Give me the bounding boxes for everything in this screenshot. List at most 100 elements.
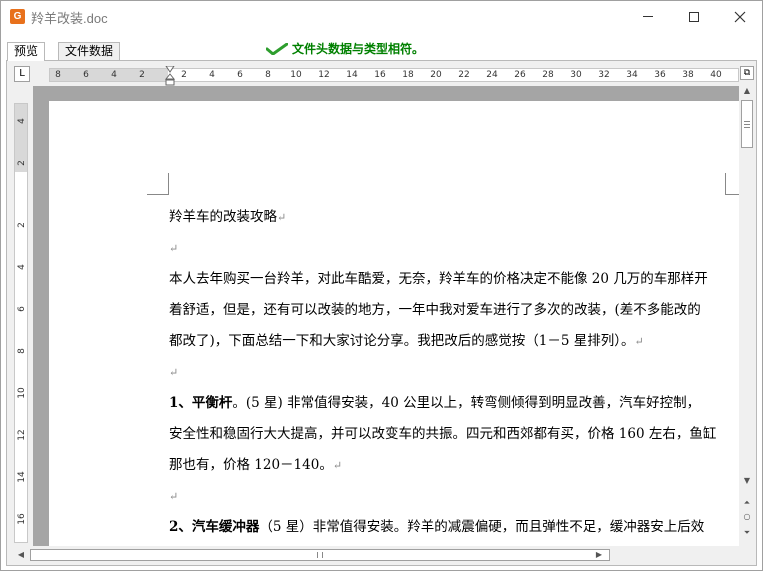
ruler-tick-label: 20 [430,70,442,80]
document-viewport[interactable]: 羚羊车的改装攻略↵ ↵ 本人去年购买一台羚羊，对此车酷爱，无奈，羚羊车的价格决定不能… [33,86,739,546]
document-paragraph: 2、汽车缓冲器（5 星）非常值得安装。羚羊的减震偏硬，而且弹性不足，缓冲器安上后… [169,512,729,543]
bold-heading-text: 2、汽车缓冲器 [169,519,260,535]
ruler-tick-label: 22 [458,70,470,80]
paragraph-mark-icon: ↵ [634,335,644,348]
ruler-tick-label: 28 [542,70,554,80]
paragraph-text: 。(5 星) 非常值得安装，40 公里以上，转弯侧倾得到明显改善，汽车好控制， [232,395,701,411]
document-paragraph: 那也有，价格 120－140。↵ [169,450,729,481]
ruler-tick-label: 8 [55,70,61,80]
ruler-tick-label: 40 [710,70,722,80]
document-paragraph: ↵ [169,233,729,264]
ruler-tick-label: 10 [17,387,27,399]
paragraph-mark-icon: ↵ [332,459,343,472]
next-page-icon[interactable]: ⏷ [740,526,754,540]
document-paragraph: ↵ [169,357,729,388]
ruler-tick-label: 18 [402,70,414,80]
ruler-tick-label: 14 [17,471,27,483]
maximize-button[interactable] [671,1,717,32]
document-page: 羚羊车的改装攻略↵ ↵ 本人去年购买一台羚羊，对此车酷爱，无奈，羚羊车的价格决定不能… [49,101,739,546]
paragraph-mark-icon: ↵ [169,242,179,255]
tab-file-data[interactable]: 文件数据 [58,42,121,60]
document-paragraph: 安全性和稳固行大大提高，并可以改变车的共振。四元和西郊都有买，价格 160 左右… [169,419,729,450]
document-body: 羚羊车的改装攻略↵ ↵ 本人去年购买一台羚羊，对此车酷爱，无奈，羚羊车的价格决定不能… [169,202,729,543]
ruler-tick-label: 4 [111,70,117,80]
tab-stop-selector[interactable]: L [14,66,30,82]
paragraph-text: 着舒适，但是，还有可以改装的地方，一年中我对爱车进行了多次的改装，(差不多能改的 [169,302,701,318]
title-bar: G 羚羊改装.doc [1,1,762,32]
horizontal-ruler[interactable]: 8 6 4 2 2 4 6 8 10 12 14 16 18 20 22 24 26 28 30 32 34 36 38 40 [49,66,739,86]
document-paragraph: 1、平衡杆。(5 星) 非常值得安装，40 公里以上，转弯侧倾得到明显改善，汽车… [169,388,729,419]
paragraph-text: 都改了)，下面总结一下和大家讨论分享。我把改后的感觉按（1－5 星排列）。 [169,333,635,349]
scroll-down-icon[interactable]: ▼ [740,474,754,488]
ruler-tick-label: 2 [139,70,145,80]
ruler-margin-left [50,69,168,81]
close-button[interactable] [717,1,763,32]
paragraph-text: 羚羊车的改装攻略 [169,209,277,225]
document-paragraph: 都改了)，下面总结一下和大家讨论分享。我把改后的感觉按（1－5 星排列）。↵ [169,326,729,357]
vertical-scrollbar[interactable]: ▲ ▼ ⏶ ○ ⏷ [740,84,754,546]
ruler-tick-label: 4 [17,118,27,124]
indent-marker-icon[interactable] [165,66,175,86]
ruler-tick-label: 10 [290,70,302,80]
document-paragraph: 着舒适，但是，还有可以改装的地方，一年中我对爱车进行了多次的改装，(差不多能改的 [169,295,729,326]
browse-object-icon[interactable]: ○ [740,510,754,524]
preview-frame: L 8 6 4 2 2 4 6 8 10 12 14 16 18 20 22 24 26 28 30 32 34 36 38… [6,60,757,566]
status-message: 文件头数据与类型相符。 [266,40,424,57]
ruler-tick-label: 26 [514,70,526,80]
ruler-tick-label: 34 [626,70,638,80]
ruler-tick-label: 16 [374,70,386,80]
document-paragraph: 羚羊车的改装攻略↵ [169,202,729,233]
scroll-up-icon[interactable]: ▲ [740,84,754,98]
ruler-tick-label: 8 [17,348,27,354]
ruler-options-icon[interactable]: ⧉ [740,66,754,80]
paragraph-text: （5 星）非常值得安装。羚羊的减震偏硬，而且弹性不足，缓冲器安上后效 [259,519,705,535]
crop-mark-top-right [725,173,739,195]
wps-writer-icon: G [10,9,25,24]
paragraph-text: 本人去年购买一台羚羊，对此车酷爱，无奈，羚羊车的价格决定不能像 20 几万的车那… [169,271,708,287]
paragraph-text: 安全性和稳固行大大提高，并可以改变车的共振。四元和西郊都有买，价格 160 左右… [169,426,717,442]
ruler-tick-label: 2 [181,70,187,80]
close-icon [734,11,746,22]
vertical-ruler[interactable]: 4 2 2 4 6 8 10 12 14 16 [14,103,28,543]
ruler-tick-label: 24 [486,70,498,80]
document-paragraph: 本人去年购买一台羚羊，对此车酷爱，无奈，羚羊车的价格决定不能像 20 几万的车那… [169,264,729,295]
ruler-tick-label: 2 [17,160,27,166]
ruler-tick-label: 12 [17,429,27,441]
ruler-tick-label: 32 [598,70,610,80]
tab-preview[interactable]: 预览 [7,42,46,61]
ruler-tick-label: 2 [17,222,27,228]
bold-heading-text: 1、平衡杆 [169,395,233,411]
paragraph-text: 那也有，价格 120－140。 [169,457,333,473]
ruler-tick-label: 8 [265,70,271,80]
ruler-tick-label: 6 [237,70,243,80]
vertical-scroll-thumb[interactable] [741,100,753,148]
ruler-tick-label: 4 [17,264,27,270]
minimize-icon [643,16,653,17]
horizontal-scroll-thumb[interactable] [30,549,610,561]
scroll-left-icon[interactable]: ◀ [14,548,28,562]
ruler-tick-label: 6 [17,306,27,312]
ruler-tick-label: 30 [570,70,582,80]
document-paragraph: ↵ [169,481,729,512]
ruler-tick-label: 36 [654,70,666,80]
ruler-tick-label: 16 [17,513,27,525]
horizontal-scrollbar[interactable]: ◀ ▶ [14,548,740,562]
minimize-button[interactable] [625,1,671,32]
paragraph-mark-icon: ↵ [169,490,179,503]
app-window: G 羚羊改装.doc 预览 文件数据 文件头数据与类型相符。 L 8642246… [0,0,763,571]
status-text: 文件头数据与类型相符。 [292,42,425,56]
paragraph-mark-icon: ↵ [169,366,179,379]
crop-mark-top-left [147,173,169,195]
previous-page-icon[interactable]: ⏶ [740,496,754,510]
ruler-tick-label: 38 [682,70,694,80]
ruler-tick-label: 12 [318,70,330,80]
green-check-icon [266,42,288,55]
maximize-icon [689,11,699,22]
ruler-tick-label: 14 [346,70,358,80]
scroll-right-icon[interactable]: ▶ [592,548,606,562]
ruler-tick-label: 6 [83,70,89,80]
window-title: 羚羊改装.doc [31,11,108,26]
paragraph-mark-icon: ↵ [277,211,287,224]
tab-bar: 预览 文件数据 文件头数据与类型相符。 [1,32,762,61]
ruler-tick-label: 4 [209,70,215,80]
